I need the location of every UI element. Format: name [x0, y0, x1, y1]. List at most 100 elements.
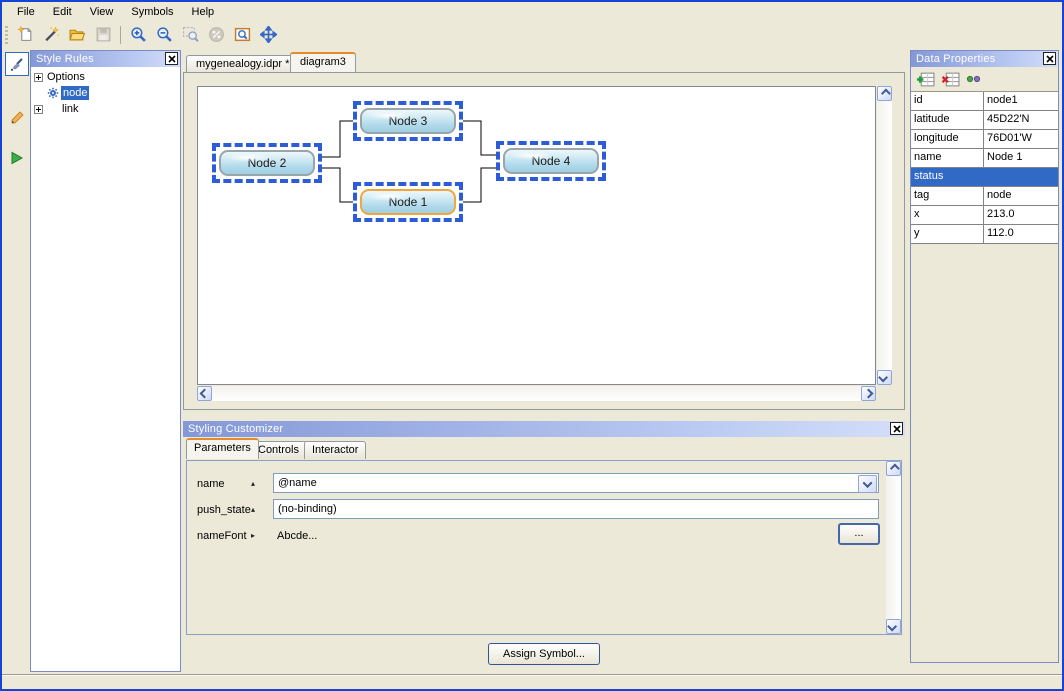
- property-key[interactable]: tag: [911, 187, 984, 205]
- open-icon[interactable]: [64, 22, 90, 48]
- node-label: Node 1: [389, 195, 428, 209]
- data-properties-toolbar: [911, 67, 1058, 91]
- scroll-up-icon[interactable]: [877, 86, 892, 101]
- tree-item-label: link: [60, 102, 81, 116]
- expand-plus-icon[interactable]: [34, 105, 43, 114]
- tab-label: Interactor: [312, 444, 358, 456]
- menu-edit[interactable]: Edit: [44, 4, 81, 20]
- new-document-icon[interactable]: [12, 22, 38, 48]
- customizer-scrollbar[interactable]: [886, 461, 901, 634]
- field-label-namefont: nameFont: [197, 530, 247, 542]
- table-row[interactable]: x 213.0: [911, 206, 1058, 225]
- h-scrollbar[interactable]: [197, 386, 876, 401]
- binding-marker-icon: ▸: [251, 531, 255, 540]
- property-value[interactable]: 45D22'N: [984, 111, 1058, 129]
- table-row[interactable]: latitude 45D22'N: [911, 111, 1058, 130]
- tab-diagram3[interactable]: diagram3: [290, 52, 356, 72]
- diagram-panel: Node 2 Node 3 Node 1 Node 4: [183, 72, 905, 410]
- button-label: ...: [854, 527, 863, 539]
- property-value[interactable]: node: [984, 187, 1058, 205]
- tree-item-label: node: [61, 86, 89, 100]
- dots-icon[interactable]: [966, 75, 982, 83]
- toolbar-grip[interactable]: [5, 26, 8, 44]
- add-property-icon[interactable]: [916, 72, 935, 87]
- font-preview: Abcde...: [277, 530, 317, 542]
- property-key[interactable]: status: [911, 168, 984, 186]
- pan-icon[interactable]: [255, 22, 281, 48]
- close-icon[interactable]: [165, 52, 178, 65]
- pencil-icon[interactable]: [5, 106, 29, 130]
- menu-symbols[interactable]: Symbols: [122, 4, 182, 20]
- close-icon[interactable]: [890, 422, 903, 435]
- run-icon[interactable]: [5, 146, 29, 170]
- table-row[interactable]: id node1: [911, 92, 1058, 111]
- diagram-canvas[interactable]: Node 2 Node 3 Node 1 Node 4: [197, 86, 876, 385]
- tree-item-link[interactable]: link: [34, 102, 81, 116]
- tab-parameters[interactable]: Parameters: [186, 438, 259, 459]
- property-key[interactable]: latitude: [911, 111, 984, 129]
- tab-interactor[interactable]: Interactor: [304, 441, 366, 459]
- table-row[interactable]: name Node 1: [911, 149, 1058, 168]
- node-label: Node 2: [248, 156, 287, 170]
- tab-label: Parameters: [194, 442, 251, 454]
- table-row-selected[interactable]: status: [911, 168, 1058, 187]
- field-label-push-state: push_state: [197, 504, 251, 516]
- table-row[interactable]: y 112.0: [911, 225, 1058, 244]
- tree-item-node[interactable]: node: [47, 86, 89, 100]
- tab-label: mygenealogy.idpr *: [196, 58, 289, 70]
- binding-marker-icon: ▴: [251, 505, 255, 514]
- property-value[interactable]: node1: [984, 92, 1058, 110]
- styling-customizer-panel: Styling Customizer Parameters Controls I…: [183, 421, 905, 637]
- name-combobox[interactable]: @name: [273, 473, 879, 493]
- property-key[interactable]: name: [911, 149, 984, 167]
- chevron-down-icon[interactable]: [858, 475, 877, 493]
- zoom-percent-icon: [203, 22, 229, 48]
- style-rules-titlebar: Style Rules: [31, 51, 180, 67]
- binding-marker-icon: ▴: [251, 479, 255, 488]
- property-key[interactable]: y: [911, 225, 984, 243]
- diagram-node-node1[interactable]: Node 1: [353, 182, 463, 222]
- data-properties-titlebar: Data Properties: [911, 51, 1058, 67]
- save-icon: [90, 22, 116, 48]
- font-picker-button[interactable]: ...: [838, 523, 880, 545]
- zoom-out-icon[interactable]: [151, 22, 177, 48]
- property-key[interactable]: id: [911, 92, 984, 110]
- expand-plus-icon[interactable]: [34, 73, 43, 82]
- property-key[interactable]: longitude: [911, 130, 984, 148]
- v-scrollbar[interactable]: [877, 86, 892, 385]
- table-row[interactable]: longitude 76D01'W: [911, 130, 1058, 149]
- style-rules-title: Style Rules: [36, 53, 94, 65]
- scroll-down-icon[interactable]: [886, 619, 901, 634]
- property-value[interactable]: 112.0: [984, 225, 1058, 243]
- table-row[interactable]: tag node: [911, 187, 1058, 206]
- wizard-icon[interactable]: [38, 22, 64, 48]
- push-state-input[interactable]: [273, 499, 879, 519]
- style-rules-panel: Style Rules Options node link: [30, 50, 181, 672]
- menu-help[interactable]: Help: [183, 4, 224, 20]
- status-bar: [2, 674, 1062, 688]
- tree-item-options[interactable]: Options: [34, 70, 87, 84]
- diagram-node-node2[interactable]: Node 2: [212, 143, 322, 183]
- menu-view[interactable]: View: [81, 4, 123, 20]
- zoom-in-icon[interactable]: [125, 22, 151, 48]
- scroll-up-icon[interactable]: [886, 461, 901, 476]
- diagram-node-node4[interactable]: Node 4: [496, 141, 606, 181]
- diagram-node-node3[interactable]: Node 3: [353, 101, 463, 141]
- property-value[interactable]: Node 1: [984, 149, 1058, 167]
- property-value[interactable]: 76D01'W: [984, 130, 1058, 148]
- close-icon[interactable]: [1043, 52, 1056, 65]
- delete-property-icon[interactable]: [941, 72, 960, 87]
- tab-mygenealogy[interactable]: mygenealogy.idpr *: [186, 55, 299, 73]
- zoom-selection-icon[interactable]: [177, 22, 203, 48]
- scroll-down-icon[interactable]: [877, 370, 892, 385]
- style-brush-icon[interactable]: [5, 52, 29, 76]
- menu-file[interactable]: File: [8, 4, 44, 20]
- scroll-right-icon[interactable]: [861, 386, 876, 401]
- property-value[interactable]: [984, 168, 1058, 186]
- property-key[interactable]: x: [911, 206, 984, 224]
- overview-icon[interactable]: [229, 22, 255, 48]
- scroll-left-icon[interactable]: [197, 386, 212, 401]
- assign-symbol-button[interactable]: Assign Symbol...: [488, 643, 600, 665]
- property-value[interactable]: 213.0: [984, 206, 1058, 224]
- field-label-name: name: [197, 478, 225, 490]
